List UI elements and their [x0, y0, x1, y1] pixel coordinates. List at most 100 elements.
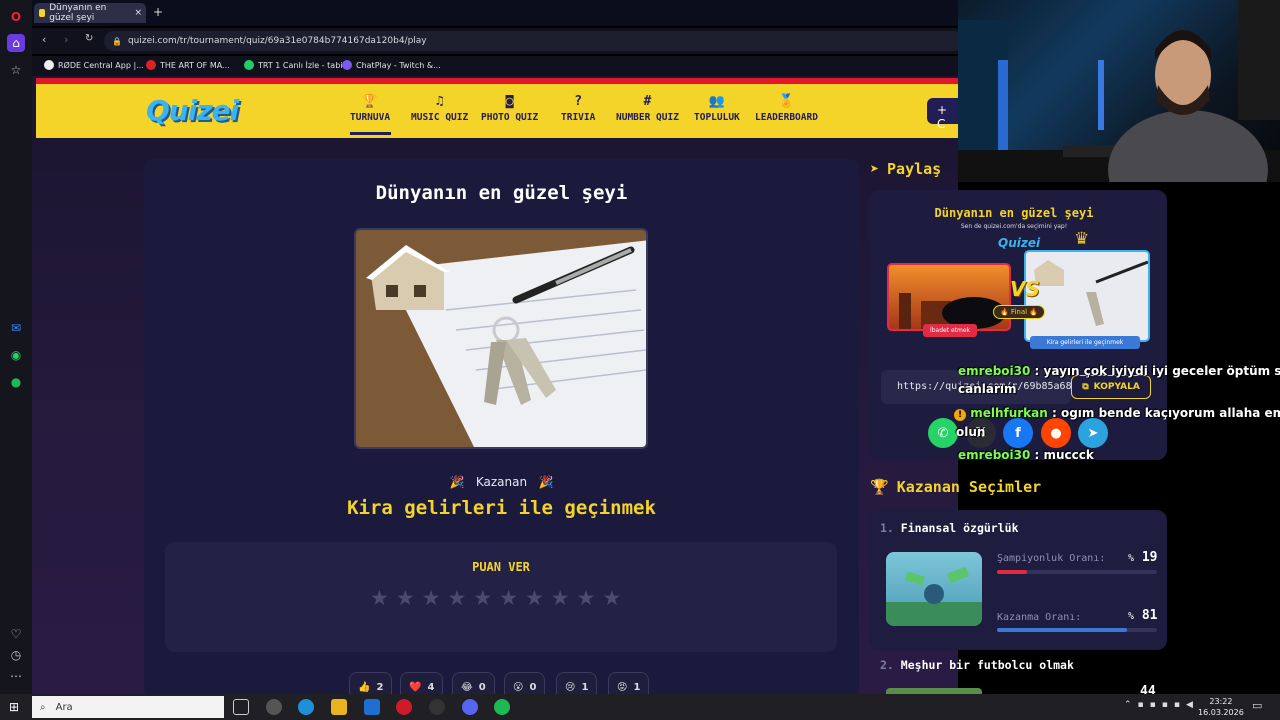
rode-icon — [44, 60, 54, 70]
site-logo[interactable]: Quizei — [146, 94, 239, 127]
star-rating[interactable]: ★ ★ ★ ★ ★ ★ ★ ★ ★ ★ — [370, 586, 621, 610]
history-icon[interactable]: ◷ — [7, 646, 25, 664]
forward-icon[interactable]: › — [64, 33, 68, 46]
reaction-count: 0 — [529, 681, 537, 693]
file-explorer-icon[interactable] — [331, 699, 347, 715]
new-tab-icon[interactable]: + — [153, 5, 163, 19]
rating-star-icon[interactable]: ★ — [602, 586, 621, 610]
preview-logo: Quizei — [998, 236, 1041, 250]
nav-photo-quiz[interactable]: ◙ PHOTO QUIZ — [481, 94, 538, 123]
win-rate-label: Kazanma Oranı: — [997, 612, 1082, 623]
winners-header-text: Kazanan Seçimler — [896, 478, 1042, 496]
nav-leaderboard[interactable]: 🏅 LEADERBOARD — [755, 94, 818, 123]
nav-trivia[interactable]: ? TRIVIA — [561, 94, 595, 123]
chat-user: emreboi30 — [958, 364, 1031, 378]
tab-close-icon[interactable]: × — [134, 8, 142, 18]
rating-star-icon[interactable]: ★ — [499, 586, 518, 610]
rating-star-icon[interactable]: ★ — [447, 586, 466, 610]
rating-star-icon[interactable]: ★ — [525, 586, 544, 610]
thumbs-up-icon: 👍 — [358, 681, 371, 693]
nav-active-underline — [350, 132, 391, 135]
value: 19 — [1141, 550, 1158, 565]
more-icon[interactable]: ⋯ — [7, 667, 25, 685]
house-keys-illustration — [356, 230, 646, 447]
outlook-icon[interactable] — [364, 699, 380, 715]
winner-image — [354, 228, 648, 449]
angry-icon: 😡 — [617, 681, 628, 693]
winner-item-name: Meşhur bir futbolcu olmak — [900, 658, 1074, 672]
rating-star-icon[interactable]: ★ — [370, 586, 389, 610]
nav-turnuva[interactable]: 🏆 TURNUVA — [350, 94, 390, 123]
streamer-webcam — [958, 0, 1280, 182]
chat-message: ! melhfurkan : ogım bende kaçıyorum alla… — [954, 406, 1280, 421]
hash-icon: # — [643, 94, 652, 109]
winner-item-thumbnail — [886, 552, 982, 626]
nav-music-quiz[interactable]: ♫ MUSIC QUIZ — [411, 94, 468, 123]
spotify-icon[interactable]: ● — [7, 373, 25, 391]
system-tray-icons[interactable]: ⌃▪▪▪▪◀ — [1124, 700, 1199, 710]
trophy-icon: 🏆 — [870, 478, 889, 496]
chat-text: olun — [956, 425, 986, 439]
nav-label: PHOTO QUIZ — [481, 112, 539, 123]
preview-image-left — [887, 263, 1011, 331]
question-icon: ? — [574, 94, 583, 109]
tab-strip — [32, 0, 958, 26]
chat-user: emreboi30 — [958, 448, 1031, 462]
bookmark-label: RØDE Central App |... — [58, 60, 144, 70]
spotify-icon[interactable] — [494, 699, 510, 715]
task-view-icon[interactable] — [233, 699, 249, 715]
clock[interactable]: 23:22 16.03.2026 — [1198, 696, 1244, 718]
bookmark-trt[interactable]: TRT 1 Canlı İzle - tabii — [244, 60, 345, 70]
home-icon[interactable]: ⌂ — [7, 34, 25, 52]
lock-icon: 🔒 — [112, 36, 122, 46]
rating-star-icon[interactable]: ★ — [473, 586, 492, 610]
whatsapp-icon[interactable]: ◉ — [7, 346, 25, 364]
winners-header: 🏆 Kazanan Seçimler — [870, 478, 1041, 496]
champion-rate-bar — [997, 570, 1157, 574]
value: 81 — [1141, 608, 1158, 623]
edge-icon[interactable] — [298, 699, 314, 715]
rank: 2. — [880, 658, 894, 672]
nav-label: MUSIC QUIZ — [411, 112, 469, 123]
whatsapp-icon: ✆ — [937, 425, 949, 441]
reload-icon[interactable]: ↻ — [85, 33, 93, 44]
whatsapp-share-button[interactable]: ✆ — [928, 418, 958, 448]
win-rate-value: % 81 — [1128, 608, 1158, 623]
nav-topluluk[interactable]: 👥 TOPLULUK — [694, 94, 740, 123]
users-icon: 👥 — [708, 94, 725, 109]
browser-sidebar: O ⌂ ☆ ✉ ◉ ● ♡ ◷ ⋯ — [0, 0, 32, 694]
bookmark-chatplay[interactable]: ChatPlay - Twitch &... — [342, 60, 441, 70]
messenger-icon[interactable]: ✉ — [7, 319, 25, 337]
champion-rate-fill — [997, 570, 1028, 574]
preview-subtitle: Sen de quizei.com'da seçimini yap! — [960, 223, 1068, 230]
reddit-share-button[interactable]: ● — [1041, 418, 1071, 448]
nav-number-quiz[interactable]: # NUMBER QUIZ — [616, 94, 679, 123]
rating-star-icon[interactable]: ★ — [422, 586, 441, 610]
opera-icon[interactable] — [396, 699, 412, 715]
notification-icon[interactable]: ▭ — [1252, 699, 1262, 712]
facebook-share-button[interactable]: f — [1003, 418, 1033, 448]
active-tab[interactable]: Dünyanın en güzel şeyi × — [34, 3, 146, 23]
url-field[interactable]: 🔒 quizei.com/tr/tournament/quiz/69a31e07… — [104, 31, 964, 51]
windows-start-icon[interactable]: ⊞ — [9, 700, 19, 714]
nav-label: TRIVIA — [561, 112, 596, 123]
rating-star-icon[interactable]: ★ — [577, 586, 596, 610]
back-icon[interactable]: ‹ — [42, 33, 46, 46]
telegram-share-button[interactable]: ➤ — [1078, 418, 1108, 448]
app-icon[interactable] — [266, 699, 282, 715]
star-icon[interactable]: ☆ — [7, 61, 25, 79]
rating-star-icon[interactable]: ★ — [396, 586, 415, 610]
bookmark-rode[interactable]: RØDE Central App |... — [44, 60, 144, 70]
chat-user: melhfurkan — [970, 406, 1048, 420]
heart-icon[interactable]: ♡ — [7, 625, 25, 643]
rating-star-icon[interactable]: ★ — [551, 586, 570, 610]
bookmark-art[interactable]: THE ART OF MA... — [146, 60, 230, 70]
copy-button[interactable]: ⧉ KOPYALA — [1071, 375, 1151, 399]
win-rate-bar — [997, 628, 1157, 632]
reaction-count: 1 — [633, 681, 641, 693]
obs-icon[interactable] — [429, 699, 445, 715]
opera-logo-icon[interactable]: O — [7, 8, 25, 26]
tab-favicon-icon — [39, 9, 46, 17]
taskbar-search[interactable]: ⌕ Ara — [32, 696, 224, 718]
discord-icon[interactable] — [462, 699, 478, 715]
